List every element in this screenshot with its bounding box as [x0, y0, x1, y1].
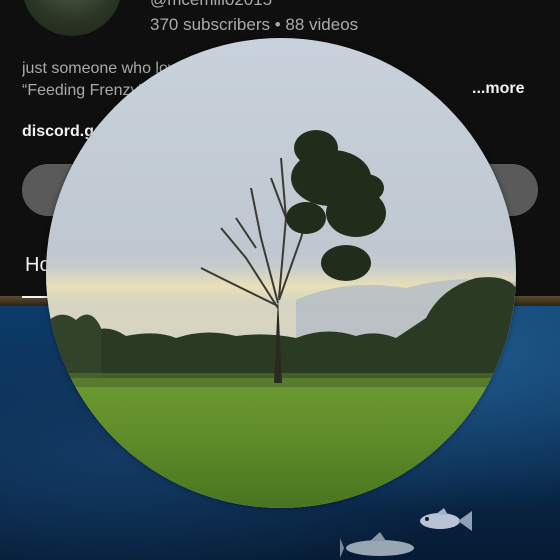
more-link[interactable]: ...more: [472, 80, 524, 98]
fish-icon: [340, 532, 414, 558]
fish-icon: [420, 508, 472, 531]
screen: @mcemilio2015 370 subscribers • 88 video…: [0, 0, 560, 560]
channel-handle: @mcemilio2015: [150, 0, 272, 10]
channel-stats: 370 subscribers • 88 videos: [150, 15, 359, 34]
channel-avatar[interactable]: [22, 0, 122, 36]
video-bubble-overlay[interactable]: [46, 38, 516, 508]
landscape-scene: [46, 38, 516, 508]
